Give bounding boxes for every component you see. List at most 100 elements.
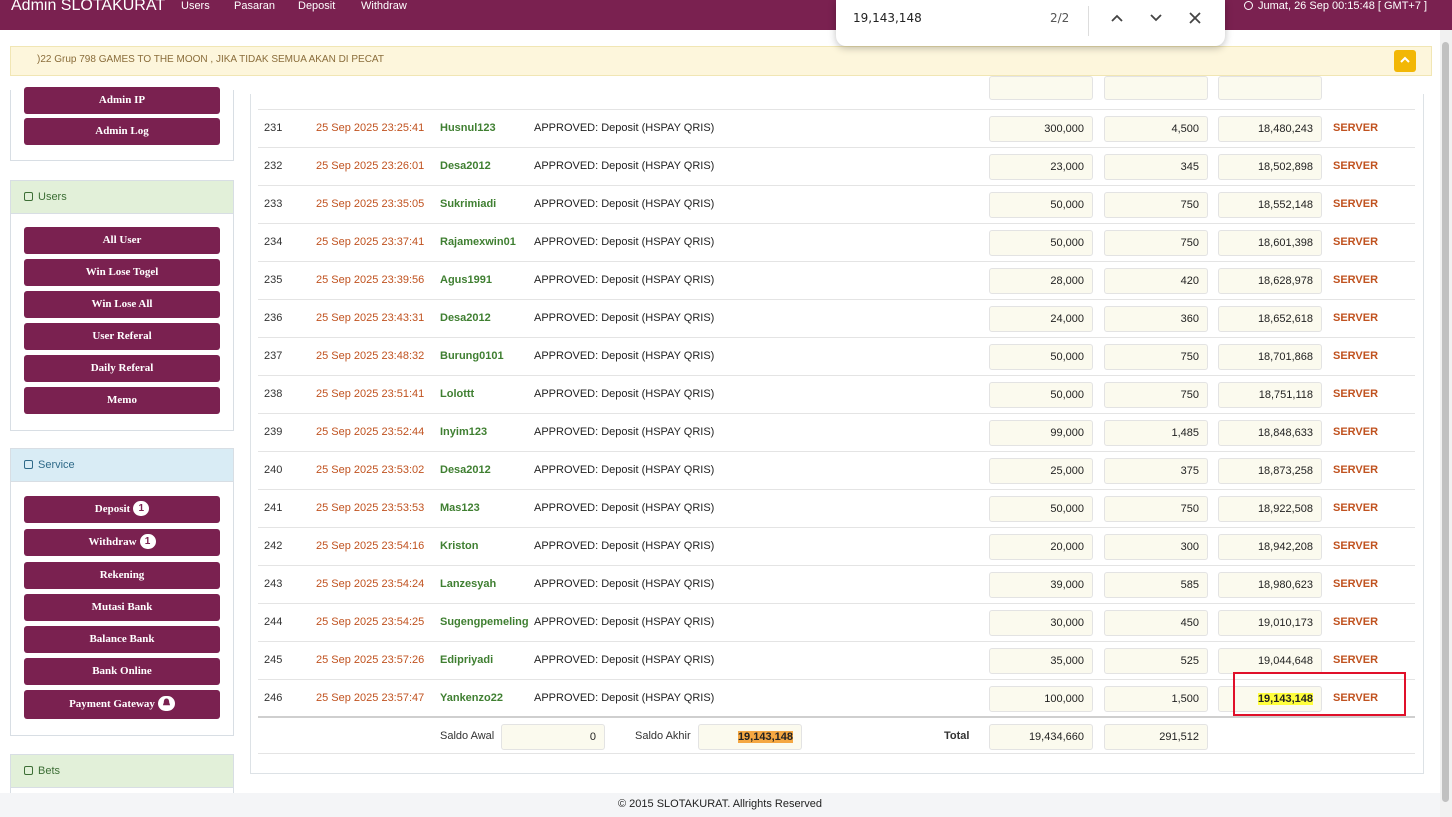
row-source: SERVER xyxy=(1333,616,1379,628)
menu-daily-referal[interactable]: Daily Referal xyxy=(24,355,220,382)
menu-admin-ip[interactable]: Admin IP xyxy=(24,87,220,114)
row-username[interactable]: Kriston xyxy=(440,540,479,552)
menu-win-lose-all[interactable]: Win Lose All xyxy=(24,291,220,318)
row-fee: 750 xyxy=(1104,382,1208,408)
row-date: 25 Sep 2025 23:54:16 xyxy=(316,540,425,552)
nav-users[interactable]: Users xyxy=(181,0,210,12)
table-row: 232 25 Sep 2025 23:26:01 Desa2012 APPROVED:… xyxy=(258,148,1415,186)
row-username[interactable]: Lolottt xyxy=(440,388,474,400)
row-amount: 100,000 xyxy=(989,686,1093,712)
row-description: APPROVED: Deposit (HSPAY QRIS) xyxy=(534,692,715,704)
service-panel-header[interactable]: Service xyxy=(11,449,233,482)
row-fee: 4,500 xyxy=(1104,116,1208,142)
row-fee: 360 xyxy=(1104,306,1208,332)
table-row-partial xyxy=(258,76,1415,110)
row-username[interactable]: Desa2012 xyxy=(440,464,491,476)
nav-deposit[interactable]: Deposit xyxy=(298,0,335,12)
menu-memo[interactable]: Memo xyxy=(24,387,220,414)
nav-withdraw[interactable]: Withdraw xyxy=(361,0,407,12)
row-username[interactable]: Desa2012 xyxy=(440,312,491,324)
row-number: 238 xyxy=(264,388,283,400)
page-scrollbar[interactable] xyxy=(1440,30,1452,817)
row-fee: 585 xyxy=(1104,572,1208,598)
row-source: SERVER xyxy=(1333,160,1379,172)
row-date: 25 Sep 2025 23:57:26 xyxy=(316,654,425,666)
row-date: 25 Sep 2025 23:53:53 xyxy=(316,502,425,514)
find-in-page-bar: 19,143,148 2/2 xyxy=(836,0,1225,46)
nav-pasaran[interactable]: Pasaran xyxy=(234,0,275,12)
menu-all-user[interactable]: All User xyxy=(24,227,220,254)
brand-title[interactable]: Admin SLOTAKURAT xyxy=(11,0,165,15)
row-source: SERVER xyxy=(1333,236,1379,248)
find-previous-button[interactable] xyxy=(1104,8,1130,30)
row-username[interactable]: Rajamexwin01 xyxy=(440,236,516,248)
find-close-button[interactable] xyxy=(1182,8,1208,30)
find-input[interactable]: 19,143,148 xyxy=(853,11,922,25)
row-balance: 18,652,618 xyxy=(1218,306,1322,332)
row-username[interactable]: Inyim123 xyxy=(440,426,487,438)
bets-panel-header[interactable]: Bets xyxy=(11,755,233,788)
fee-field-partial xyxy=(1104,76,1208,100)
menu-user-referal[interactable]: User Referal xyxy=(24,323,220,350)
bell-icon xyxy=(157,696,175,711)
row-username[interactable]: Lanzesyah xyxy=(440,578,496,590)
service-panel-title: Service xyxy=(38,459,75,471)
highlight-annotation-box xyxy=(1233,672,1406,716)
row-description: APPROVED: Deposit (HSPAY QRIS) xyxy=(534,198,715,210)
row-username[interactable]: Burung0101 xyxy=(440,350,504,362)
menu-balance-bank[interactable]: Balance Bank xyxy=(24,626,220,653)
row-balance: 18,552,148 xyxy=(1218,192,1322,218)
menu-withdraw[interactable]: Withdraw 1 xyxy=(24,529,220,556)
scrollbar-thumb[interactable] xyxy=(1442,42,1449,802)
row-username[interactable]: Sugengpemeling xyxy=(440,616,529,628)
row-balance: 18,601,398 xyxy=(1218,230,1322,256)
row-number: 240 xyxy=(264,464,283,476)
row-source: SERVER xyxy=(1333,122,1379,134)
row-amount: 24,000 xyxy=(989,306,1093,332)
menu-payment-gateway[interactable]: Payment Gateway xyxy=(24,690,220,719)
row-username[interactable]: Sukrimiadi xyxy=(440,198,496,210)
row-username[interactable]: Agus1991 xyxy=(440,274,492,286)
row-fee: 450 xyxy=(1104,610,1208,636)
row-balance: 18,480,243 xyxy=(1218,116,1322,142)
row-amount: 35,000 xyxy=(989,648,1093,674)
row-number: 236 xyxy=(264,312,283,324)
row-description: APPROVED: Deposit (HSPAY QRIS) xyxy=(534,350,715,362)
row-username[interactable]: Yankenzo22 xyxy=(440,692,503,704)
menu-rekening[interactable]: Rekening xyxy=(24,562,220,589)
menu-win-lose-togel[interactable]: Win Lose Togel xyxy=(24,259,220,286)
row-date: 25 Sep 2025 23:51:41 xyxy=(316,388,425,400)
row-date: 25 Sep 2025 23:25:41 xyxy=(316,122,425,134)
row-description: APPROVED: Deposit (HSPAY QRIS) xyxy=(534,654,715,666)
page-footer: © 2015 SLOTAKURAT. Allrights Reserved xyxy=(0,793,1440,817)
bell-glyph xyxy=(162,698,171,706)
row-description: APPROVED: Deposit (HSPAY QRIS) xyxy=(534,578,715,590)
row-number: 233 xyxy=(264,198,283,210)
row-amount: 23,000 xyxy=(989,154,1093,180)
row-username[interactable]: Edipriyadi xyxy=(440,654,493,666)
row-amount: 20,000 xyxy=(989,534,1093,560)
announcement-marquee: )22 Grup 798 GAMES TO THE MOON , JIKA TI… xyxy=(10,46,1432,76)
total-label: Total xyxy=(944,730,970,742)
menu-admin-log[interactable]: Admin Log xyxy=(24,118,220,145)
withdraw-count-badge: 1 xyxy=(139,534,156,549)
menu-deposit[interactable]: Deposit 1 xyxy=(24,496,220,523)
row-username[interactable]: Desa2012 xyxy=(440,160,491,172)
users-panel-header[interactable]: Users xyxy=(11,181,233,214)
row-date: 25 Sep 2025 23:35:05 xyxy=(316,198,425,210)
users-panel-title: Users xyxy=(38,191,67,203)
edit-icon xyxy=(24,192,33,201)
find-next-button[interactable] xyxy=(1143,8,1169,30)
scroll-top-button[interactable] xyxy=(1394,50,1416,72)
row-amount: 28,000 xyxy=(989,268,1093,294)
row-username[interactable]: Mas123 xyxy=(440,502,480,514)
menu-mutasi-bank[interactable]: Mutasi Bank xyxy=(24,594,220,621)
bets-panel: Bets xyxy=(10,754,234,794)
table-row: 237 25 Sep 2025 23:48:32 Burung0101 APPROVE… xyxy=(258,338,1415,376)
menu-bank-online[interactable]: Bank Online xyxy=(24,658,220,685)
row-amount: 99,000 xyxy=(989,420,1093,446)
row-number: 246 xyxy=(264,692,283,704)
row-username[interactable]: Husnul123 xyxy=(440,122,496,134)
row-balance: 18,701,868 xyxy=(1218,344,1322,370)
row-balance: 18,980,623 xyxy=(1218,572,1322,598)
